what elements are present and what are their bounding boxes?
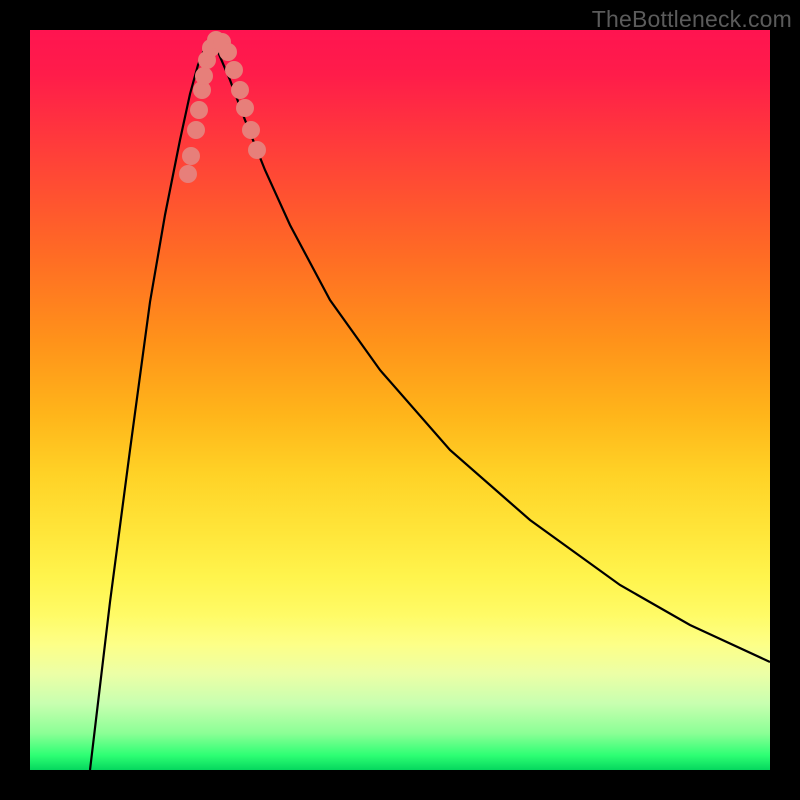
data-point: [236, 99, 254, 117]
data-point: [179, 165, 197, 183]
curve-left-branch: [90, 37, 210, 770]
curve-markers: [179, 31, 266, 183]
watermark-text: TheBottleneck.com: [592, 6, 792, 33]
data-point: [225, 61, 243, 79]
data-point: [242, 121, 260, 139]
data-point: [182, 147, 200, 165]
chart-svg: [30, 30, 770, 770]
data-point: [190, 101, 208, 119]
chart-frame: TheBottleneck.com: [0, 0, 800, 800]
data-point: [248, 141, 266, 159]
data-point: [195, 67, 213, 85]
curve-right-branch: [210, 37, 770, 662]
data-point: [187, 121, 205, 139]
data-point: [231, 81, 249, 99]
data-point: [219, 43, 237, 61]
